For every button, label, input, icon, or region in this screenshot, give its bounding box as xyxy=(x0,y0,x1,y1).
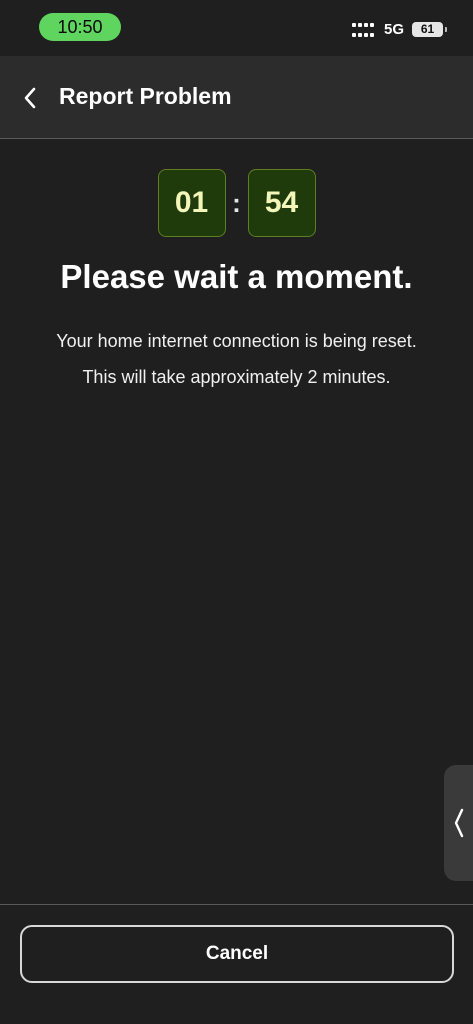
timer-separator: : xyxy=(232,187,241,218)
timer-seconds: 54 xyxy=(247,169,316,237)
timer-minutes: 01 xyxy=(157,169,226,237)
chevron-left-icon xyxy=(454,808,463,838)
network-type: 5G xyxy=(383,21,404,38)
header: Report Problem xyxy=(0,56,473,139)
footer: Cancel xyxy=(0,904,473,1024)
battery-icon: 61 xyxy=(412,22,447,37)
page-title: Report Problem xyxy=(59,83,232,109)
status-indicators: 5G 61 xyxy=(351,21,447,38)
countdown-timer: 01 : 54 xyxy=(0,169,473,237)
screen: 10:50 5G 61 Report Problem 01 : 54 Pleas… xyxy=(0,0,473,1024)
description-line-1: Your home internet connection is being r… xyxy=(56,331,417,351)
status-time[interactable]: 10:50 xyxy=(39,13,121,41)
description-line-2: This will take approximately 2 minutes. xyxy=(82,367,391,387)
wait-headline: Please wait a moment. xyxy=(60,258,413,295)
side-panel-handle[interactable] xyxy=(444,765,473,881)
cancel-button[interactable]: Cancel xyxy=(20,925,454,983)
chevron-left-icon xyxy=(24,87,36,109)
status-bar: 10:50 5G 61 xyxy=(0,0,473,56)
signal-icon xyxy=(351,22,376,37)
back-button[interactable] xyxy=(14,82,46,114)
